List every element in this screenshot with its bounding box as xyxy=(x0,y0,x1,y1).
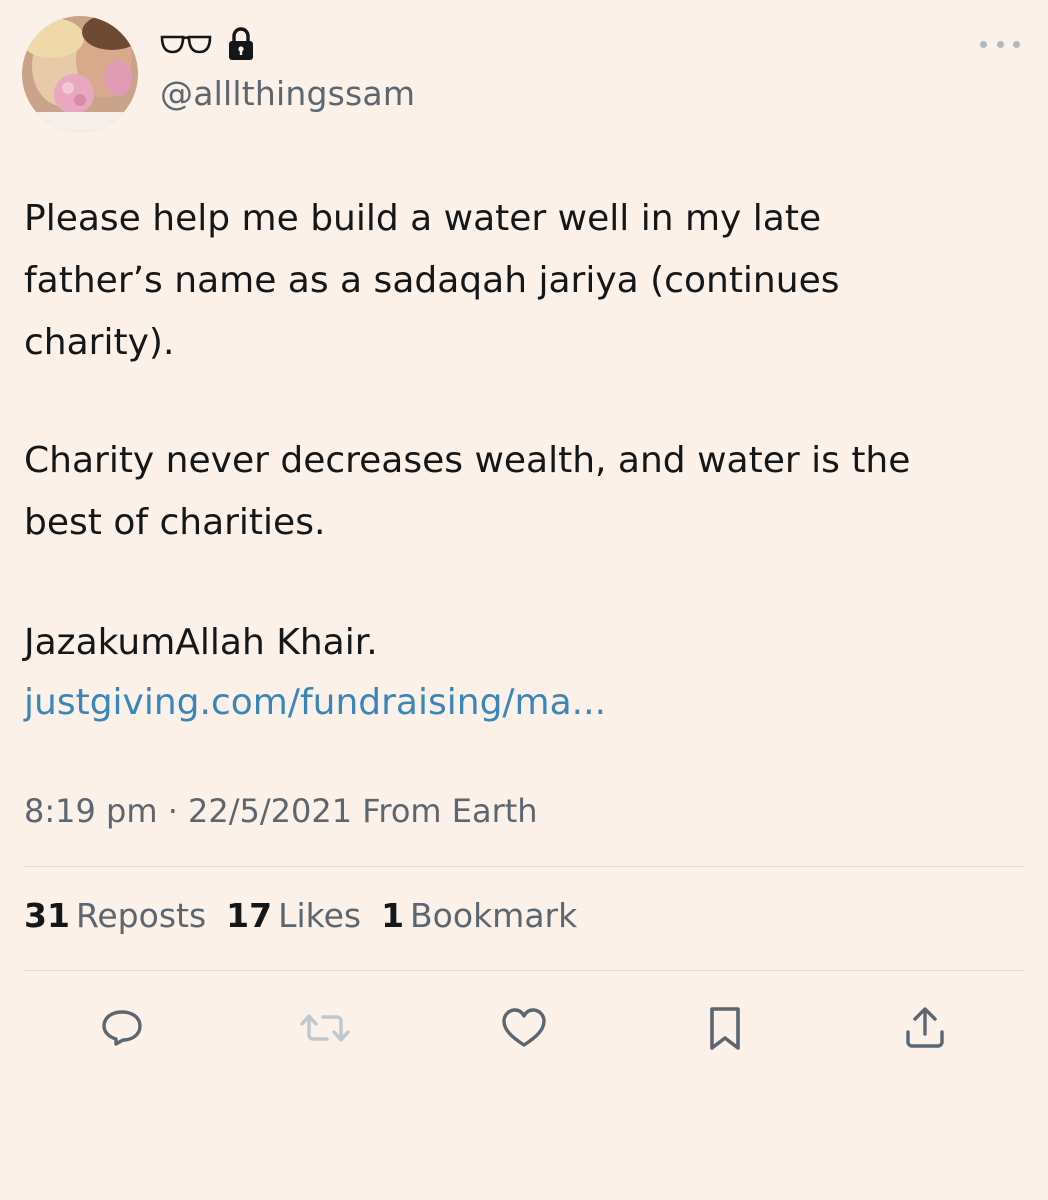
tweet-timestamp[interactable]: 8:19 pm · 22/5/2021 From Earth xyxy=(24,792,538,830)
divider xyxy=(24,866,1024,867)
likes-count: 17 xyxy=(226,896,273,935)
share-icon xyxy=(906,1007,944,1048)
more-dot xyxy=(1013,40,1020,48)
tweet-date: 22/5/2021 xyxy=(188,792,353,830)
repost-icon xyxy=(300,1014,350,1042)
tweet-stats: 31 Reposts 17 Likes 1 Bookmark xyxy=(24,896,577,935)
tweet-text-line: father’s name as a sadaqah jariya (conti… xyxy=(24,260,840,301)
bookmarks-label: Bookmark xyxy=(410,896,578,935)
tweet-text-line: JazakumAllah Khair. xyxy=(24,622,378,663)
meta-separator: · xyxy=(157,792,189,830)
reposts-count: 31 xyxy=(24,896,70,935)
user-handle[interactable]: @alllthingssam xyxy=(160,74,415,113)
reply-button[interactable] xyxy=(94,1000,150,1056)
bookmarks-stat[interactable]: 1 Bookmark xyxy=(381,896,577,935)
sunglasses-icon xyxy=(160,35,212,54)
likes-stat[interactable]: 17 Likes xyxy=(226,896,361,935)
reposts-stat[interactable]: 31 Reposts xyxy=(24,896,206,935)
tweet-text-line: Please help me build a water well in my … xyxy=(24,198,822,239)
divider xyxy=(24,970,1024,971)
like-button[interactable] xyxy=(496,1000,552,1056)
tweet-text-line: Charity never decreases wealth, and wate… xyxy=(24,440,911,481)
share-button[interactable] xyxy=(897,1000,953,1056)
bookmark-button[interactable] xyxy=(697,1000,753,1056)
tweet-location: From Earth xyxy=(362,792,538,830)
avatar-photo-icon xyxy=(22,16,138,132)
tweet-text-line: best of charities. xyxy=(24,502,326,543)
more-dot xyxy=(980,40,987,48)
tweet-time: 8:19 pm xyxy=(24,792,158,830)
likes-label: Likes xyxy=(278,896,362,935)
bookmark-icon xyxy=(710,1007,740,1050)
reply-icon xyxy=(102,1010,142,1046)
lock-icon xyxy=(229,27,253,60)
more-options-icon[interactable] xyxy=(980,34,1020,54)
repost-button[interactable] xyxy=(297,1000,353,1056)
like-icon xyxy=(502,1008,546,1047)
tweet-link[interactable]: justgiving.com/fundraising/ma... xyxy=(24,672,1014,734)
avatar[interactable] xyxy=(22,16,138,132)
bookmarks-count: 1 xyxy=(381,896,405,935)
display-name[interactable] xyxy=(160,24,256,64)
more-dot xyxy=(996,40,1004,48)
tweet-text-line: charity). xyxy=(24,322,175,363)
action-bar xyxy=(0,1000,1048,1060)
reposts-label: Reposts xyxy=(75,896,207,935)
